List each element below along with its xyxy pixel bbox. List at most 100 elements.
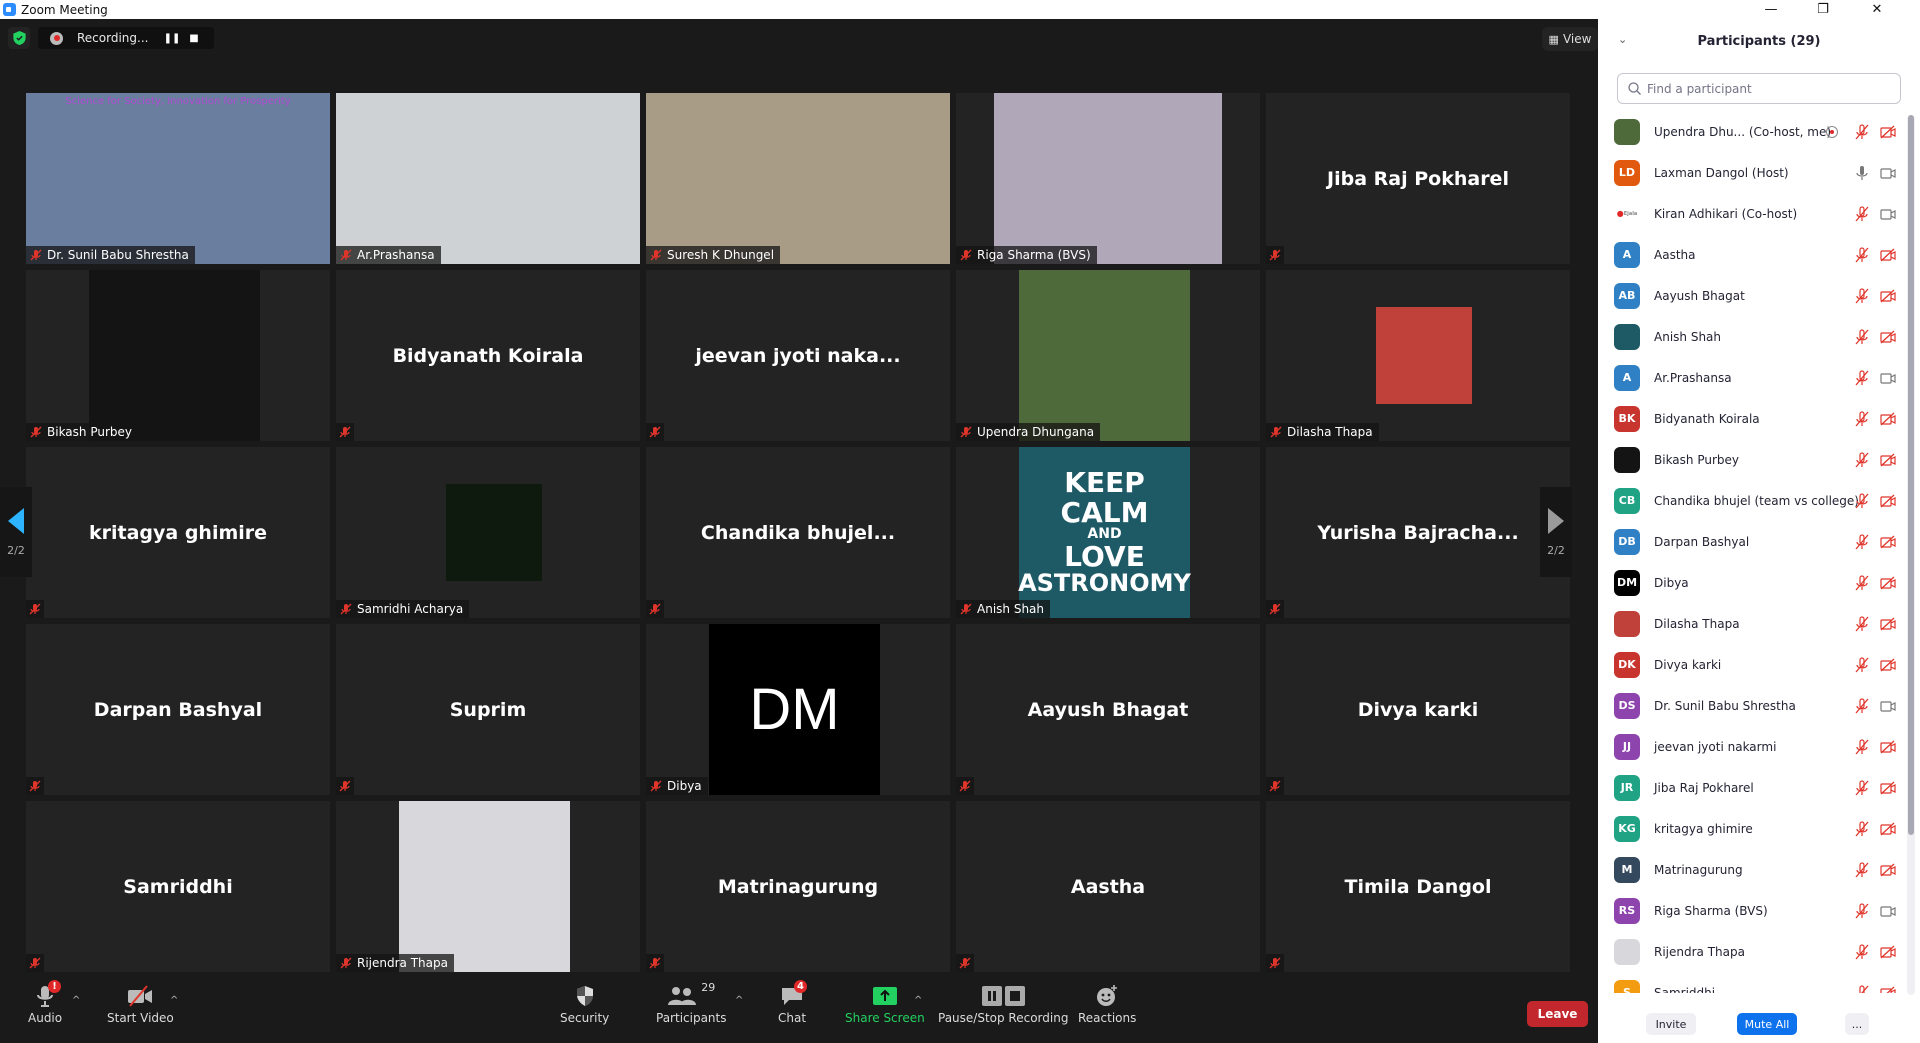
participant-list-item[interactable]: AB Aayush Bhagat [1598, 275, 1908, 316]
participant-list-item[interactable]: JR Jiba Raj Pokharel [1598, 767, 1908, 808]
participant-list-item[interactable]: Bikash Purbey [1598, 439, 1908, 480]
video-tile[interactable]: Bikash Purbey [26, 270, 330, 441]
leave-button[interactable]: Leave [1527, 1001, 1588, 1027]
video-tile[interactable]: Samridhi Acharya [336, 447, 640, 618]
prev-page-button[interactable]: 2/2 [0, 487, 32, 577]
start-video-label: Start Video [107, 1011, 174, 1025]
participant-avatar: BK [1614, 405, 1640, 432]
participant-list-item[interactable]: A Ar.Prashansa [1598, 357, 1908, 398]
participant-list-item[interactable]: DB Darpan Bashyal [1598, 521, 1908, 562]
participant-list-item[interactable]: BK Bidyanath Koirala [1598, 398, 1908, 439]
participant-list-item[interactable]: KG kritagya ghimire [1598, 808, 1908, 849]
video-tile[interactable]: Aastha [956, 801, 1260, 972]
video-tile[interactable]: Suresh K Dhungel [646, 93, 950, 264]
mute-indicator [336, 777, 354, 795]
collapse-chevron-icon[interactable]: ⌄ [1618, 33, 1627, 46]
video-tile[interactable]: Matrinagurung [646, 801, 950, 972]
camera-on-icon [1880, 372, 1896, 384]
video-tile[interactable]: Riga Sharma (BVS) [956, 93, 1260, 264]
video-tile[interactable]: Ar.Prashansa [336, 93, 640, 264]
invite-button[interactable]: Invite [1646, 1013, 1696, 1035]
participant-list-item[interactable]: A Aastha [1598, 234, 1908, 275]
participant-list-item[interactable]: JJ jeevan jyoti nakarmi [1598, 726, 1908, 767]
video-tile[interactable]: Darpan Bashyal [26, 624, 330, 795]
mic-muted-icon [1855, 779, 1869, 795]
camera-off-icon [1880, 863, 1896, 876]
next-page-button[interactable]: 2/2 [1540, 487, 1572, 577]
mute-all-button[interactable]: Mute All [1737, 1013, 1797, 1035]
video-tile[interactable]: Dilasha Thapa [1266, 270, 1570, 441]
participant-list-item[interactable]: Anish Shah [1598, 316, 1908, 357]
view-button[interactable]: ▦ View [1542, 27, 1598, 51]
participant-list-item[interactable]: DK Divya karki [1598, 644, 1908, 685]
left-arrow-icon [8, 507, 24, 534]
participant-list-item[interactable]: S Samriddhi [1598, 972, 1908, 993]
mic-muted-icon [339, 426, 351, 438]
participant-name-label: Riga Sharma (BVS) [956, 246, 1097, 264]
video-tile[interactable]: Jiba Raj Pokharel [1266, 93, 1570, 264]
mic-muted-icon [959, 780, 971, 792]
participant-list-item[interactable]: M Matrinagurung [1598, 849, 1908, 890]
video-tile[interactable]: Science for Society, Innovation for Pros… [26, 93, 330, 264]
participant-list-item[interactable]: DM Dibya [1598, 562, 1908, 603]
participants-button[interactable]: 29 Participants [656, 981, 727, 1025]
video-tile[interactable]: jeevan jyoti naka... [646, 270, 950, 441]
video-tile[interactable]: KEEP CALM AND LOVE ASTRONOMY Anish Shah [956, 447, 1260, 618]
participant-list-scrollbar[interactable] [1908, 115, 1914, 835]
recording-indicator: Recording... ❚❚ ■ [38, 27, 214, 49]
start-video-button[interactable]: Start Video [107, 981, 174, 1025]
video-options-caret[interactable]: ^ [170, 995, 178, 1006]
participant-search[interactable] [1617, 73, 1901, 104]
participant-list-item[interactable]: LD Laxman Dangol (Host) [1598, 152, 1908, 193]
participant-list-item[interactable]: ● Ejala Kiran Adhikari (Co-host) [1598, 193, 1908, 234]
participant-list-item[interactable]: DS Dr. Sunil Babu Shrestha [1598, 685, 1908, 726]
share-options-caret[interactable]: ^ [914, 995, 922, 1006]
participant-list-item[interactable]: Rijendra Thapa [1598, 931, 1908, 972]
video-tile[interactable]: Aayush Bhagat [956, 624, 1260, 795]
security-button[interactable]: Security [560, 981, 609, 1025]
minimize-button[interactable]: — [1748, 0, 1794, 19]
participant-list-item[interactable]: CB Chandika bhujel (team vs college) [1598, 480, 1908, 521]
audio-button[interactable]: ! Audio [28, 980, 62, 1025]
video-tile[interactable]: Timila Dangol [1266, 801, 1570, 972]
participant-search-input[interactable] [1647, 81, 1887, 96]
video-tile[interactable]: Bidyanath Koirala [336, 270, 640, 441]
mic-muted-icon [1855, 410, 1869, 426]
mic-muted-icon [1269, 780, 1281, 792]
participant-list-item[interactable]: RS Riga Sharma (BVS) [1598, 890, 1908, 931]
video-tile[interactable]: Chandika bhujel... [646, 447, 950, 618]
participant-status-icons [1854, 246, 1896, 263]
video-tile[interactable]: Upendra Dhungana [956, 270, 1260, 441]
camera-off-icon [1880, 781, 1896, 794]
share-screen-button[interactable]: Share Screen [845, 981, 925, 1025]
pause-recording-icon[interactable]: ❚❚ [164, 31, 181, 45]
video-tile[interactable]: DM Dibya [646, 624, 950, 795]
video-tile[interactable]: Yurisha Bajracha... [1266, 447, 1570, 618]
mute-indicator [26, 954, 44, 972]
pause-stop-recording-button[interactable]: Pause/Stop Recording [938, 981, 1068, 1025]
encryption-shield-icon[interactable] [8, 27, 30, 49]
stop-recording-icon[interactable]: ■ [187, 31, 201, 45]
video-tile[interactable]: kritagya ghimire [26, 447, 330, 618]
chat-button[interactable]: 4 Chat [778, 980, 808, 1025]
participant-list-item[interactable]: Upendra Dhu... (Co-host, me) [1598, 111, 1908, 152]
more-options-button[interactable]: ... [1845, 1013, 1869, 1035]
mic-muted-icon [1855, 492, 1869, 508]
participants-options-caret[interactable]: ^ [735, 995, 743, 1006]
audio-options-caret[interactable]: ^ [72, 995, 80, 1006]
participant-video: DM [709, 624, 880, 795]
reactions-button[interactable]: Reactions [1078, 981, 1136, 1025]
video-tile[interactable]: Samriddhi [26, 801, 330, 972]
video-tile[interactable]: Suprim [336, 624, 640, 795]
video-tile[interactable]: Divya karki [1266, 624, 1570, 795]
audio-warning-badge: ! [48, 980, 62, 993]
restore-button[interactable]: ❐ [1800, 0, 1846, 19]
participant-name-label: Suresh K Dhungel [646, 246, 781, 264]
meeting-topbar: Recording... ❚❚ ■ ▦ View [0, 19, 1598, 59]
video-tile[interactable]: Rijendra Thapa [336, 801, 640, 972]
window-titlebar: Zoom Meeting — ❐ ✕ [0, 0, 1920, 19]
close-button[interactable]: ✕ [1854, 0, 1900, 19]
participant-status-icons [1854, 328, 1896, 345]
participant-list-item[interactable]: Dilasha Thapa [1598, 603, 1908, 644]
mic-muted-icon [960, 426, 972, 438]
